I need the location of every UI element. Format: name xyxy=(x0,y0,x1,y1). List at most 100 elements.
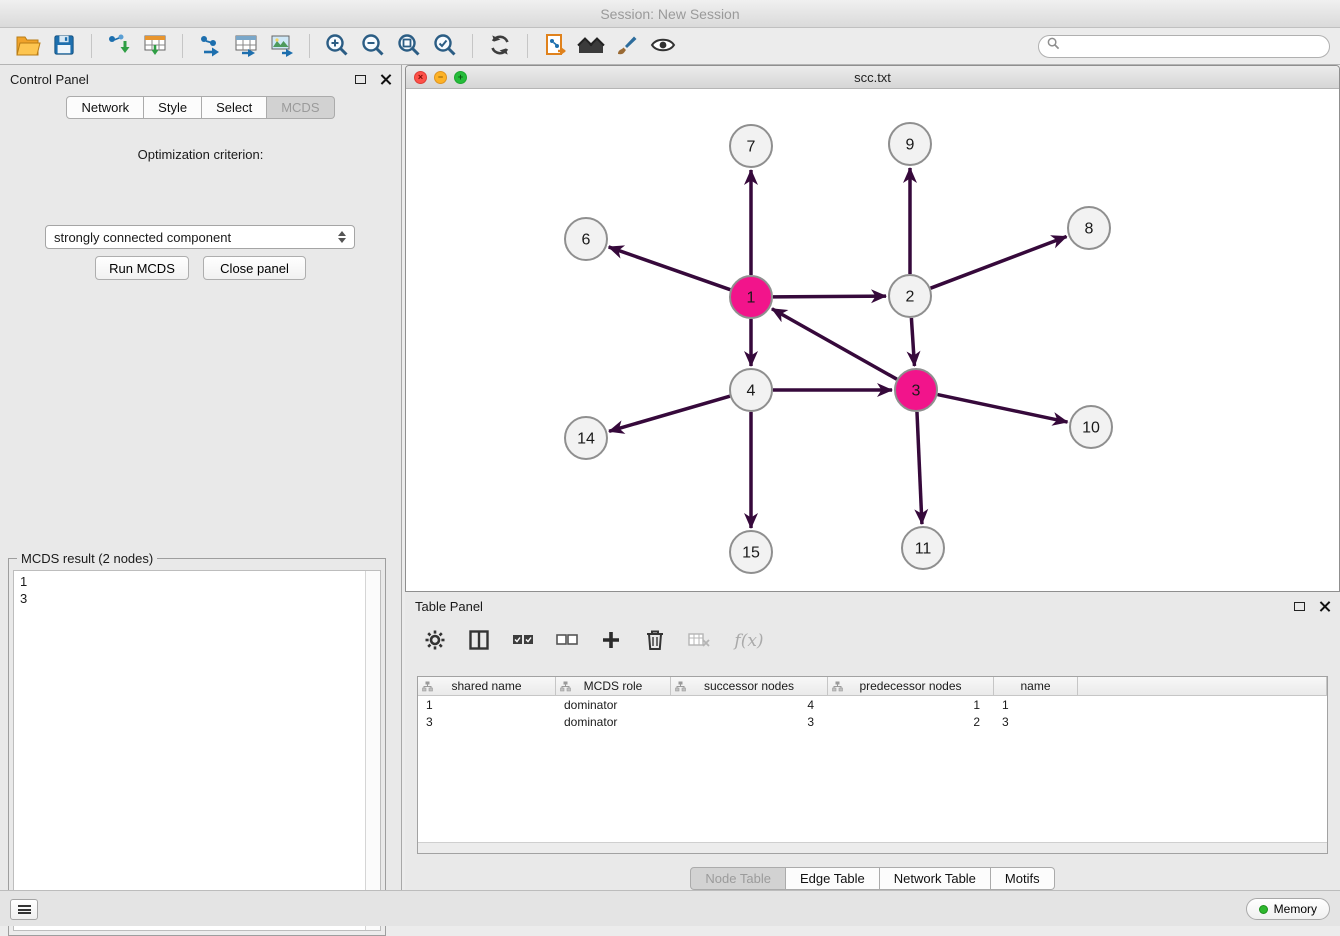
close-panel-icon[interactable] xyxy=(1319,601,1330,612)
float-panel-icon[interactable] xyxy=(1294,602,1305,611)
status-bar: Memory xyxy=(0,890,1340,926)
network-window-titlebar[interactable]: × − + scc.txt xyxy=(406,66,1339,89)
column-header-filler xyxy=(1078,677,1327,695)
tab-select[interactable]: Select xyxy=(202,96,267,119)
deselect-all-button[interactable] xyxy=(553,627,581,655)
tab-mcds[interactable]: MCDS xyxy=(267,96,334,119)
column-header-shared-name[interactable]: shared name xyxy=(418,677,556,695)
node-table: shared name MCDS role successor nodes pr… xyxy=(417,676,1328,854)
apply-style-button[interactable] xyxy=(609,31,645,61)
cell-name[interactable]: 3 xyxy=(994,715,1078,729)
close-panel-button[interactable]: Close panel xyxy=(203,256,306,280)
graph-edge-3-1[interactable] xyxy=(772,309,897,379)
graph-node-label-6: 6 xyxy=(582,232,591,249)
memory-button[interactable]: Memory xyxy=(1246,898,1330,920)
mcds-result-group: MCDS result (2 nodes) 1 3 xyxy=(8,558,386,936)
titlebar: Session: New Session xyxy=(0,0,1340,28)
cell-predecessor-nodes[interactable]: 2 xyxy=(828,715,994,729)
column-header-predecessor-nodes[interactable]: predecessor nodes xyxy=(828,677,994,695)
run-mcds-button[interactable]: Run MCDS xyxy=(95,256,189,280)
table-row[interactable]: 1 dominator 4 1 1 xyxy=(418,696,1327,713)
control-panel-title: Control Panel xyxy=(10,72,89,87)
home-button[interactable] xyxy=(573,31,609,61)
graph-edge-1-2[interactable] xyxy=(773,296,886,297)
import-network-button[interactable] xyxy=(101,31,137,61)
cell-shared-name[interactable]: 1 xyxy=(418,698,556,712)
cell-successor-nodes[interactable]: 4 xyxy=(671,698,828,712)
zoom-fit-button[interactable] xyxy=(391,31,427,61)
cell-mcds-role[interactable]: dominator xyxy=(556,715,671,729)
tab-network-table[interactable]: Network Table xyxy=(880,867,991,890)
show-columns-button[interactable] xyxy=(465,627,493,655)
graph-node-label-9: 9 xyxy=(906,137,915,154)
dropdown-stepper-icon xyxy=(338,231,346,243)
result-scrollbar[interactable] xyxy=(365,571,380,930)
import-table-button[interactable] xyxy=(137,31,173,61)
column-header-mcds-role[interactable]: MCDS role xyxy=(556,677,671,695)
toolbar-separator xyxy=(472,34,473,58)
network-canvas[interactable]: 7968124314101511 xyxy=(406,89,1339,591)
export-image-icon xyxy=(270,33,294,60)
column-label: shared name xyxy=(451,679,521,693)
cell-mcds-role[interactable]: dominator xyxy=(556,698,671,712)
zoom-selected-button[interactable] xyxy=(427,31,463,61)
table-settings-button[interactable] xyxy=(421,627,449,655)
network-window-title: scc.txt xyxy=(406,70,1339,85)
open-session-button[interactable] xyxy=(10,31,46,61)
delete-column-button[interactable] xyxy=(641,627,669,655)
tab-style[interactable]: Style xyxy=(144,96,202,119)
export-image-button[interactable] xyxy=(264,31,300,61)
status-menu-button[interactable] xyxy=(10,899,38,920)
refresh-button[interactable] xyxy=(482,31,518,61)
control-panel-header: Control Panel xyxy=(0,65,401,93)
column-header-name[interactable]: name xyxy=(994,677,1078,695)
control-panel-tabs: Network Style Select MCDS xyxy=(0,96,401,119)
export-table-icon xyxy=(234,33,258,60)
export-network-button[interactable] xyxy=(192,31,228,61)
graph-node-label-8: 8 xyxy=(1085,221,1094,238)
function-builder-button: f(x) xyxy=(729,627,769,655)
graph-edge-3-11[interactable] xyxy=(917,412,922,524)
table-row[interactable]: 3 dominator 3 2 3 xyxy=(418,713,1327,730)
cell-name[interactable]: 1 xyxy=(994,698,1078,712)
zoom-out-button[interactable] xyxy=(355,31,391,61)
cell-predecessor-nodes[interactable]: 1 xyxy=(828,698,994,712)
horizontal-scrollbar[interactable] xyxy=(418,842,1327,853)
search-input[interactable] xyxy=(1065,39,1321,53)
tab-motifs[interactable]: Motifs xyxy=(991,867,1055,890)
graph-edge-1-6[interactable] xyxy=(609,247,731,290)
mcds-result-list[interactable]: 1 3 xyxy=(13,570,381,931)
delete-table-icon xyxy=(688,632,710,651)
style-document-icon xyxy=(543,33,567,60)
graph-edge-2-8[interactable] xyxy=(931,237,1067,289)
mcds-result-item[interactable]: 3 xyxy=(20,590,374,607)
column-label: name xyxy=(1020,679,1050,693)
tab-network[interactable]: Network xyxy=(66,96,144,119)
manage-styles-button[interactable] xyxy=(537,31,573,61)
delete-table-button xyxy=(685,627,713,655)
column-header-successor-nodes[interactable]: successor nodes xyxy=(671,677,828,695)
save-session-button[interactable] xyxy=(46,31,82,61)
refresh-icon xyxy=(488,33,512,60)
column-label: successor nodes xyxy=(704,679,794,693)
list-icon xyxy=(18,905,31,914)
optimization-criterion-select[interactable]: strongly connected component xyxy=(45,225,355,249)
select-all-button[interactable] xyxy=(509,627,537,655)
table-panel-header: Table Panel xyxy=(405,592,1340,620)
float-panel-icon[interactable] xyxy=(355,75,366,84)
show-graphics-details-button[interactable] xyxy=(645,31,681,61)
graph-edge-4-14[interactable] xyxy=(609,396,730,431)
close-panel-icon[interactable] xyxy=(380,74,391,85)
graph-edge-2-3[interactable] xyxy=(911,318,914,366)
search-box[interactable] xyxy=(1038,35,1330,58)
zoom-in-icon xyxy=(325,33,349,60)
cell-successor-nodes[interactable]: 3 xyxy=(671,715,828,729)
graph-edge-3-10[interactable] xyxy=(938,395,1068,422)
mcds-result-item[interactable]: 1 xyxy=(20,573,374,590)
zoom-in-button[interactable] xyxy=(319,31,355,61)
tab-node-table[interactable]: Node Table xyxy=(690,867,786,890)
cell-shared-name[interactable]: 3 xyxy=(418,715,556,729)
add-column-button[interactable] xyxy=(597,627,625,655)
export-table-button[interactable] xyxy=(228,31,264,61)
tab-edge-table[interactable]: Edge Table xyxy=(786,867,880,890)
